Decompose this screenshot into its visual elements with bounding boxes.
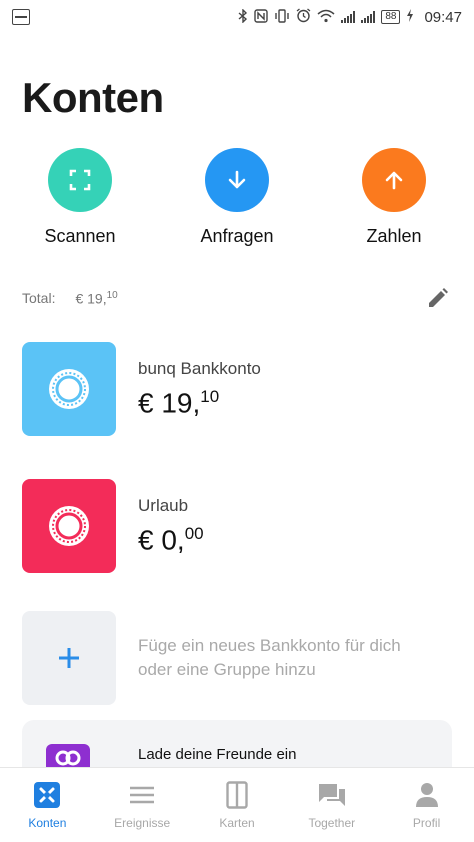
pay-button[interactable]: Zahlen: [344, 148, 444, 247]
nav-label: Profil: [412, 816, 441, 830]
account-card[interactable]: bunq Bankkonto € 19,10: [22, 342, 452, 436]
account-ring-icon: [49, 506, 89, 546]
total-row: Total: € 19,10: [22, 284, 452, 312]
battery-icon: 88: [381, 10, 401, 24]
account-balance: € 0,00: [138, 523, 204, 556]
invite-text: Lade deine Freunde ein: [138, 746, 297, 763]
arrow-up-icon[interactable]: [362, 148, 426, 212]
pencil-icon[interactable]: [424, 284, 452, 312]
signal-icon: [341, 11, 356, 23]
quick-actions: Scannen Anfragen Zahlen: [0, 148, 474, 247]
nav-item-ereignisse[interactable]: Ereignisse: [95, 768, 190, 842]
request-button[interactable]: Anfragen: [187, 148, 287, 247]
add-account-text: Füge ein neues Bankkonto für dich oder e…: [138, 636, 401, 679]
nav-label: Konten: [28, 816, 67, 830]
pay-label: Zahlen: [366, 226, 422, 246]
activity-icon: [12, 9, 30, 25]
account-thumbnail: [22, 342, 116, 436]
nav-item-profil[interactable]: Profil: [379, 768, 474, 842]
alarm-icon: [296, 8, 311, 26]
account-thumbnail: [22, 479, 116, 573]
charging-icon: [406, 9, 414, 25]
bluetooth-icon: [238, 7, 248, 26]
menu-lines-icon: [129, 780, 155, 810]
account-name: bunq Bankkonto: [138, 358, 261, 378]
plus-icon: [59, 648, 79, 668]
scan-icon[interactable]: [48, 148, 112, 212]
total-amount: € 19,10: [75, 289, 118, 307]
bottom-nav: Konten Ereignisse Karten Together Profil: [0, 767, 474, 842]
request-label: Anfragen: [200, 226, 274, 246]
cards-icon: [226, 780, 248, 810]
account-card[interactable]: Urlaub € 0,00: [22, 479, 452, 573]
nav-label: Ereignisse: [114, 816, 171, 830]
signal-icon: [361, 11, 376, 23]
account-balance: € 19,10: [138, 386, 220, 419]
vibrate-icon: [274, 8, 290, 26]
nav-item-together[interactable]: Together: [284, 768, 379, 842]
add-account-thumbnail[interactable]: [22, 611, 116, 705]
wifi-icon: [317, 9, 335, 26]
account-name: Urlaub: [138, 495, 189, 515]
add-account-button[interactable]: Füge ein neues Bankkonto für dich oder e…: [22, 611, 452, 705]
nav-item-karten[interactable]: Karten: [190, 768, 285, 842]
nav-label: Karten: [219, 816, 255, 830]
person-icon: [415, 780, 439, 810]
total-label: Total:: [22, 290, 56, 306]
page-title: Konten: [22, 74, 164, 121]
scan-label: Scannen: [44, 226, 116, 246]
clock: 09:47: [424, 8, 462, 26]
nav-label: Together: [308, 816, 356, 830]
chat-icon: [318, 780, 346, 810]
scan-button[interactable]: Scannen: [30, 148, 130, 247]
nav-item-konten[interactable]: Konten: [0, 768, 95, 842]
account-ring-icon: [49, 369, 89, 409]
nfc-icon: [254, 8, 269, 26]
status-bar: 88 09:47: [0, 0, 474, 34]
arrow-down-icon[interactable]: [205, 148, 269, 212]
bunq-logo-icon: [33, 780, 61, 810]
